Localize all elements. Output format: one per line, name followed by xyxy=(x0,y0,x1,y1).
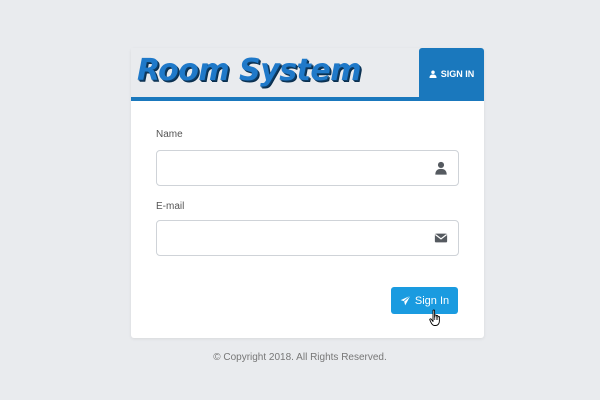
name-label: Name xyxy=(156,129,183,140)
app-logo: Room System xyxy=(137,53,362,88)
name-field[interactable] xyxy=(156,150,459,186)
user-icon xyxy=(429,70,437,78)
tab-sign-in-label: SIGN IN xyxy=(440,69,475,79)
envelope-icon xyxy=(434,233,448,243)
user-icon xyxy=(435,161,447,175)
hand-cursor-icon xyxy=(429,309,440,326)
sign-in-button-label: Sign In xyxy=(414,294,450,307)
email-input[interactable] xyxy=(165,221,425,255)
paper-plane-icon xyxy=(400,295,411,306)
copyright-text: © Copyright 2018. All Rights Reserved. xyxy=(213,352,387,363)
card-header: Room System SIGN IN xyxy=(131,48,484,100)
email-label: E-mail xyxy=(156,201,185,212)
tab-sign-in[interactable]: SIGN IN xyxy=(419,48,484,100)
sign-in-button[interactable]: Sign In xyxy=(391,287,458,314)
login-card: Room System SIGN IN Name E-mail Sign In xyxy=(131,48,484,338)
header-divider xyxy=(131,97,484,101)
name-input[interactable] xyxy=(165,151,425,185)
email-field[interactable] xyxy=(156,220,459,256)
